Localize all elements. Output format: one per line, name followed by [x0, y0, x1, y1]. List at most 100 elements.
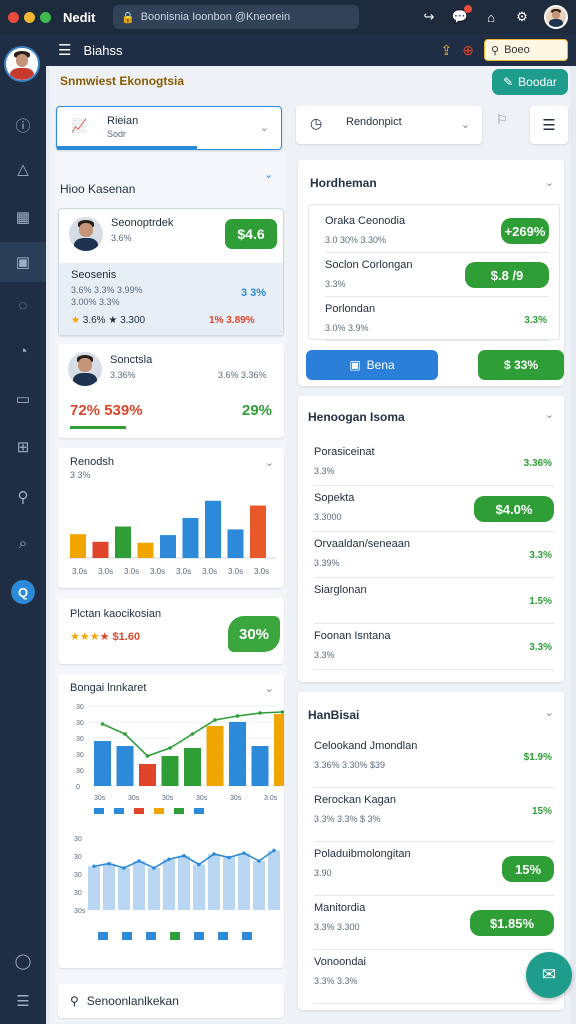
- address-bar[interactable]: 🔒 Boonisnia Ioonbon @Kneorein: [113, 5, 359, 29]
- user-card-1-amount[interactable]: $4.6: [225, 219, 277, 249]
- hamburger-icon[interactable]: ☰: [58, 41, 71, 59]
- alert-icon[interactable]: △: [12, 158, 34, 180]
- combo-chart-card: Bongai lnnkaret ⌄ 0 30 30 30 30 30 30s 30s 30s 30…: [58, 674, 284, 968]
- chevron-down-icon[interactable]: ⌄: [545, 706, 554, 719]
- list-row[interactable]: Rerockan Kagan 3.3% 3.3% $ 3% 15%: [314, 788, 554, 842]
- user-card-2[interactable]: Sonctsla 3.36% 3.6% 3.36% 72% 539% 29%: [58, 344, 284, 438]
- info-icon[interactable]: ⓘ: [12, 114, 34, 136]
- chart-3-point: [122, 866, 126, 870]
- chart-2-point: [123, 732, 127, 736]
- profile-avatar[interactable]: [4, 46, 40, 82]
- primary-action-button[interactable]: ✎ Boodar: [492, 69, 568, 95]
- notifications-icon[interactable]: 💬: [451, 5, 472, 26]
- chevron-down-icon[interactable]: ⌄: [545, 408, 554, 421]
- message-icon[interactable]: ◯: [12, 950, 34, 972]
- chevron-down-icon[interactable]: ⌄: [265, 682, 274, 695]
- export-icon[interactable]: ⇪: [441, 42, 453, 59]
- row-badge: $1.85%: [470, 910, 554, 936]
- chart-2-bar: [116, 746, 134, 786]
- analytics-icon[interactable]: ◔: [12, 340, 34, 362]
- header-title: Biahss: [83, 42, 123, 58]
- pin-icon[interactable]: ⚐: [496, 112, 508, 128]
- left-section-title: Hioo Kasenan: [60, 182, 136, 196]
- folder-icon[interactable]: ▭: [12, 388, 34, 410]
- list-row[interactable]: Manitordia 3.3% 3.300 $1.85%: [314, 896, 554, 950]
- header-search[interactable]: ⚲ Boeo: [484, 39, 568, 61]
- calendar-icon[interactable]: ▦: [12, 206, 34, 228]
- chart-2-y-tick: 30: [76, 736, 84, 743]
- chart-1-bar: [92, 541, 109, 558]
- list-row[interactable]: Celookand Jmondlan 3.36% 3.30% $39 $1.9%: [314, 734, 554, 788]
- filter-left-title: Rieian: [107, 115, 139, 127]
- list-row[interactable]: Vonoondai3.3% 3.3%3.3%: [314, 950, 554, 1004]
- chart-3-legend-swatch: [194, 932, 204, 940]
- alert-badge-icon[interactable]: ⊕: [462, 42, 474, 59]
- row-badge: $1.9%: [523, 752, 552, 763]
- bottom-search[interactable]: ⚲ Senoonlanlkekan: [58, 984, 284, 1018]
- help-icon[interactable]: Q: [11, 580, 35, 604]
- list-row[interactable]: Porasiceinat 3.3% 3.36%: [314, 440, 554, 486]
- chart-3-legend-swatch: [218, 932, 228, 940]
- chart-2-point: [280, 710, 284, 714]
- chart-3-point: [227, 855, 231, 860]
- chat-icon[interactable]: ◌: [12, 294, 34, 316]
- user-card-2-name: Sonctsla: [110, 354, 153, 366]
- chart-2-bar: [184, 748, 201, 786]
- user-avatar[interactable]: [544, 5, 568, 29]
- chevron-down-icon[interactable]: ⌄: [265, 456, 274, 469]
- minimize-window-button[interactable]: [24, 11, 35, 23]
- section-2-title: Henoogan Isoma: [308, 410, 405, 424]
- chart-3-bar: [148, 868, 160, 910]
- chevron-down-icon[interactable]: ⌄: [545, 176, 554, 189]
- filter-dropdown-right[interactable]: ◷ Rendonpict ⌄: [296, 106, 482, 144]
- window-controls: [8, 11, 51, 23]
- list-row[interactable]: Foonan Isntana 3.3% 3.3%: [314, 624, 554, 670]
- chart-2-point: [168, 746, 172, 750]
- promo-badge[interactable]: 30%: [228, 616, 280, 652]
- chart-3-point: [167, 857, 171, 862]
- chart-3-point: [182, 853, 186, 858]
- user-card-1-detail-title: Seosenis: [71, 269, 117, 281]
- chevron-down-icon[interactable]: ⌄: [264, 168, 273, 181]
- promo-card[interactable]: Plctan kaocikosian ★★★★ $1.60 30%: [58, 598, 284, 664]
- zoom-icon[interactable]: ⌕: [12, 532, 34, 554]
- list-row[interactable]: Sopekta 3.3000 $4.0%: [314, 486, 554, 532]
- list-menu-button[interactable]: ☰: [530, 106, 568, 144]
- section-2-card: Henoogan Isoma ⌄ Porasiceinat 3.3% 3.36% So…: [298, 396, 564, 682]
- list-row[interactable]: Orvaaldan/seneaan 3.39% 3.3%: [314, 532, 554, 578]
- share-icon[interactable]: ↪: [420, 8, 438, 26]
- row-title: Oraka Ceonodia: [325, 215, 406, 227]
- close-window-button[interactable]: [8, 11, 19, 23]
- list-row[interactable]: Siarglonan 1.5%: [314, 578, 554, 624]
- list-row[interactable]: Poladuibmolongitan 3.90 15%: [314, 842, 554, 896]
- list-row[interactable]: Porlondan 3.0% 3.9% 3.3%: [325, 297, 549, 341]
- chart-2-bar: [206, 726, 224, 786]
- compose-fab[interactable]: ✉: [526, 952, 572, 998]
- list-row[interactable]: Soclon Corlongan 3.3% $.8 /9: [325, 253, 549, 297]
- grid-icon[interactable]: ⊞: [12, 436, 34, 458]
- chart-3-bar: [208, 854, 220, 910]
- user-card-1[interactable]: Seonoptrdek 3.6% $4.6 Seosenis 3.6% 3.3%…: [58, 208, 284, 336]
- dashboard-icon[interactable]: ▣: [0, 242, 46, 282]
- search-icon[interactable]: ⚲: [12, 486, 34, 508]
- chart-1-tick-label: 3.0s: [72, 567, 87, 576]
- chart-1-bar: [182, 517, 199, 558]
- chart-2-bar: [229, 722, 246, 786]
- chart-2-y-tick: 30: [76, 720, 84, 727]
- chart-3-legend-swatch: [170, 932, 180, 940]
- section-1-secondary-button[interactable]: $ 33%: [478, 350, 564, 380]
- chart-3-point: [272, 848, 276, 853]
- settings-icon[interactable]: ⚙: [513, 8, 531, 26]
- home-icon[interactable]: ⌂: [482, 8, 500, 26]
- section-1-primary-button[interactable]: ▣ Bena: [306, 350, 438, 380]
- menu-list-icon[interactable]: ☰: [12, 990, 34, 1012]
- filter-dropdown-left[interactable]: 📈 Rieian Sodr ⌄: [56, 106, 282, 150]
- maximize-window-button[interactable]: [40, 11, 51, 23]
- chart-2-point: [190, 732, 195, 736]
- user-card-2-progress: [70, 426, 126, 429]
- chart-1-title: Renodsh: [70, 456, 115, 468]
- section-3-card: HanBisai ⌄ Celookand Jmondlan 3.36% 3.30%…: [298, 692, 564, 1010]
- list-row[interactable]: Oraka Ceonodia 3.0 30% 3.30% +269%: [325, 209, 549, 253]
- chart-3-bar: [118, 868, 130, 910]
- chart-3-y-tick: 30: [74, 872, 82, 879]
